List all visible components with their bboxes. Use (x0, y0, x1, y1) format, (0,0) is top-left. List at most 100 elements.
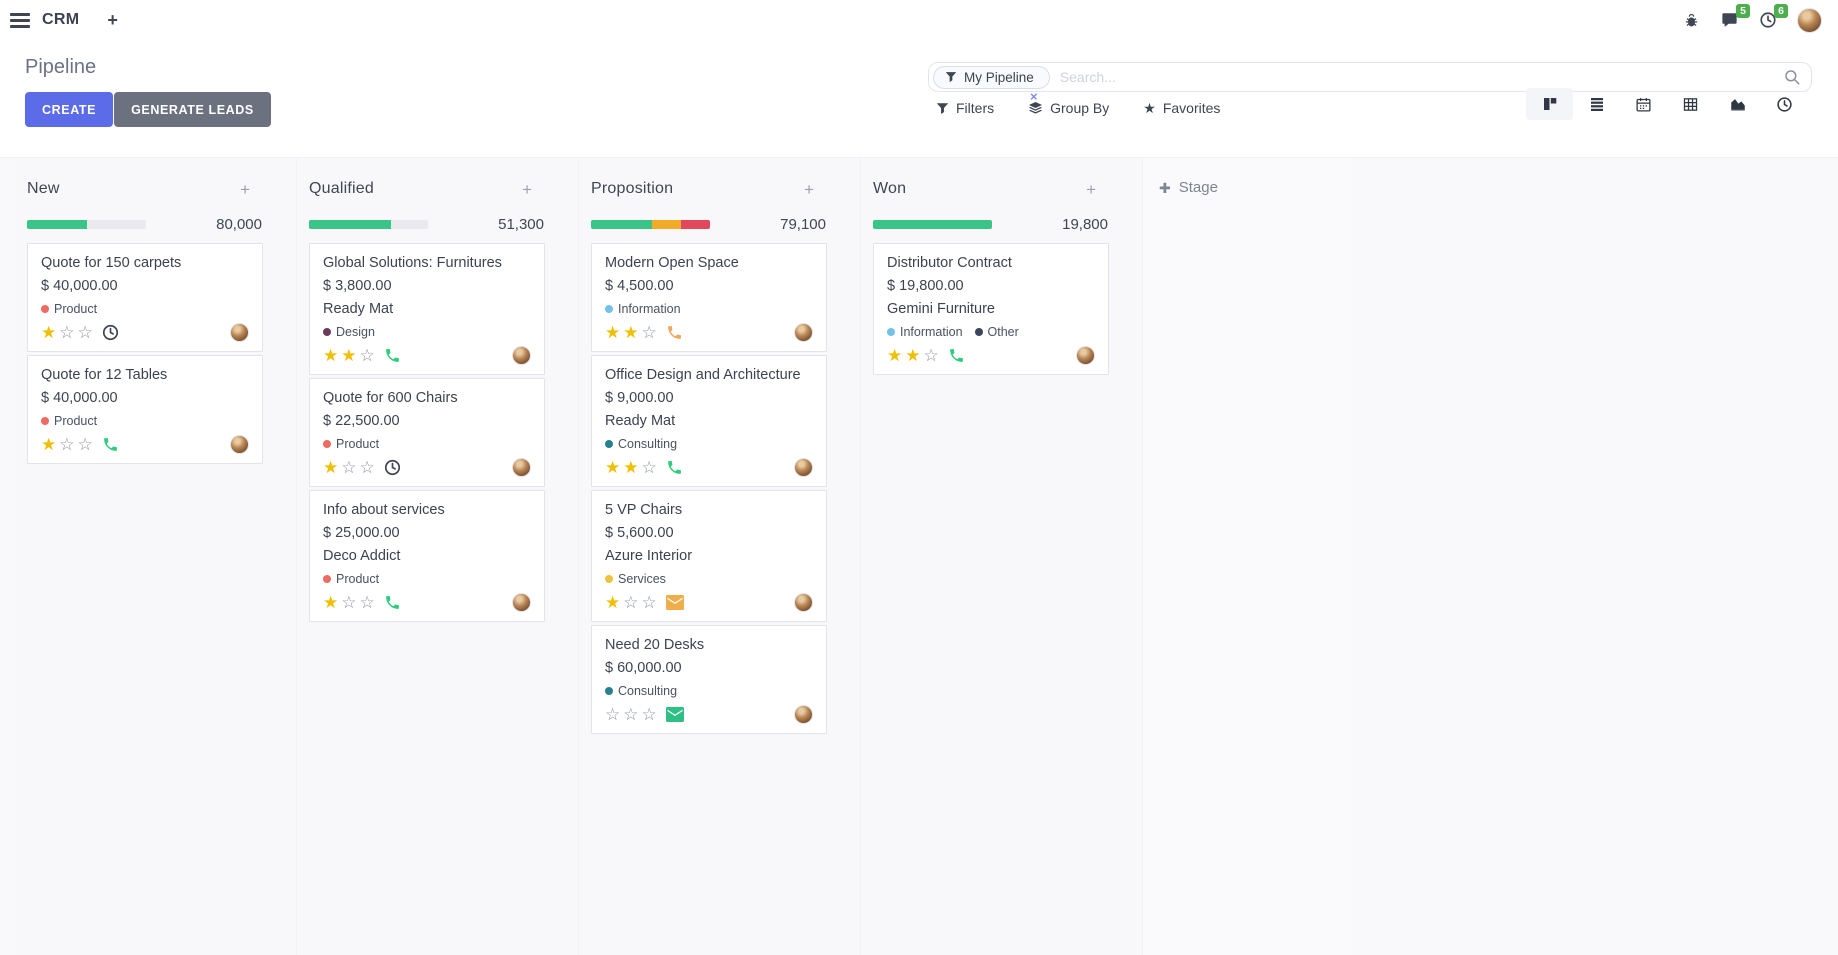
progress-segment[interactable] (27, 220, 87, 229)
star-icon-empty[interactable]: ☆ (59, 436, 74, 453)
star-icon-filled[interactable]: ★ (323, 347, 338, 364)
kanban-card[interactable]: Info about services$ 25,000.00Deco Addic… (309, 490, 545, 622)
progress-segment[interactable] (681, 220, 710, 229)
column-progressbar[interactable] (309, 220, 428, 229)
star-icon-empty[interactable]: ☆ (360, 347, 375, 364)
progress-segment[interactable] (652, 220, 682, 229)
app-title[interactable]: CRM (42, 11, 79, 29)
filters-menu[interactable]: Filters (936, 100, 994, 116)
activity-view-button[interactable] (1761, 88, 1808, 120)
column-title[interactable]: New (27, 180, 60, 198)
kanban-card[interactable]: Modern Open Space$ 4,500.00Information★★… (591, 243, 827, 352)
progress-segment[interactable] (591, 220, 652, 229)
column-title[interactable]: Proposition (591, 180, 673, 198)
star-icon-filled[interactable]: ★ (323, 459, 338, 476)
star-icon-empty[interactable]: ☆ (78, 324, 93, 341)
star-icon-empty[interactable]: ☆ (642, 706, 657, 723)
salesperson-avatar[interactable] (512, 346, 531, 365)
kanban-card[interactable]: Quote for 150 carpets$ 40,000.00Product★… (27, 243, 263, 352)
salesperson-avatar[interactable] (512, 593, 531, 612)
salesperson-avatar[interactable] (794, 705, 813, 724)
create-button[interactable]: CREATE (25, 92, 113, 127)
star-icon-empty[interactable]: ☆ (605, 706, 620, 723)
activity-clock-icon[interactable] (102, 324, 119, 341)
generate-leads-button[interactable]: GENERATE LEADS (114, 92, 271, 127)
star-icon-filled[interactable]: ★ (887, 347, 902, 364)
activity-phone-icon[interactable] (666, 324, 683, 341)
star-icon-empty[interactable]: ☆ (341, 594, 356, 611)
star-icon-empty[interactable]: ☆ (360, 594, 375, 611)
column-progressbar[interactable] (27, 220, 146, 229)
list-view-button[interactable] (1573, 88, 1620, 120)
column-title[interactable]: Qualified (309, 180, 374, 198)
favorites-menu[interactable]: ★ Favorites (1143, 100, 1220, 116)
activity-phone-icon[interactable] (384, 347, 401, 364)
star-icon-empty[interactable]: ☆ (924, 347, 939, 364)
star-icon-empty[interactable]: ☆ (78, 436, 93, 453)
activity-phone-icon[interactable] (384, 594, 401, 611)
star-icon-empty[interactable]: ☆ (59, 324, 74, 341)
search-icon[interactable] (1783, 68, 1801, 86)
star-icon-empty[interactable]: ☆ (642, 324, 657, 341)
activity-phone-icon[interactable] (666, 459, 683, 476)
star-icon-filled[interactable]: ★ (323, 594, 338, 611)
debug-bug-icon[interactable] (1683, 12, 1700, 29)
messages-menu[interactable]: 5 (1720, 11, 1739, 29)
star-icon-filled[interactable]: ★ (605, 324, 620, 341)
salesperson-avatar[interactable] (794, 593, 813, 612)
star-icon-empty[interactable]: ☆ (360, 459, 375, 476)
add-tab-button[interactable]: + (107, 10, 118, 31)
salesperson-avatar[interactable] (230, 323, 249, 342)
star-icon-filled[interactable]: ★ (41, 324, 56, 341)
apps-menu-icon[interactable] (10, 13, 30, 28)
calendar-view-button[interactable] (1620, 88, 1667, 120)
column-title[interactable]: Won (873, 180, 906, 198)
kanban-card[interactable]: Need 20 Desks$ 60,000.00Consulting☆☆☆ (591, 625, 827, 734)
search-input[interactable] (1060, 69, 1783, 85)
star-icon-empty[interactable]: ☆ (623, 594, 638, 611)
star-icon-filled[interactable]: ★ (341, 347, 356, 364)
kanban-card[interactable]: Quote for 600 Chairs$ 22,500.00Product★☆… (309, 378, 545, 487)
user-avatar[interactable] (1797, 8, 1822, 33)
star-icon-filled[interactable]: ★ (605, 594, 620, 611)
kanban-card[interactable]: Global Solutions: Furnitures$ 3,800.00Re… (309, 243, 545, 375)
salesperson-avatar[interactable] (1076, 346, 1095, 365)
star-icon-filled[interactable]: ★ (605, 459, 620, 476)
column-progressbar[interactable] (591, 220, 710, 229)
activities-menu[interactable]: 6 (1759, 11, 1777, 29)
activity-clock-icon[interactable] (384, 459, 401, 476)
star-icon-filled[interactable]: ★ (623, 324, 638, 341)
activity-envelope-icon[interactable] (666, 595, 684, 610)
star-icon-filled[interactable]: ★ (41, 436, 56, 453)
kanban-card[interactable]: 5 VP Chairs$ 5,600.00Azure InteriorServi… (591, 490, 827, 622)
kanban-card[interactable]: Office Design and Architecture$ 9,000.00… (591, 355, 827, 487)
pivot-view-button[interactable] (1667, 88, 1714, 120)
activity-phone-icon[interactable] (948, 347, 965, 364)
search-facet-my-pipeline[interactable]: My Pipeline (933, 66, 1050, 89)
add-record-icon[interactable]: + (804, 181, 814, 198)
kanban-view-button[interactable] (1526, 88, 1573, 120)
kanban-card[interactable]: Quote for 12 Tables$ 40,000.00Product★☆☆ (27, 355, 263, 464)
group-by-menu[interactable]: Group By (1028, 100, 1109, 116)
salesperson-avatar[interactable] (794, 458, 813, 477)
progress-segment[interactable] (309, 220, 391, 229)
add-stage-button[interactable]: ✚Stage (1159, 179, 1353, 196)
salesperson-avatar[interactable] (230, 435, 249, 454)
add-record-icon[interactable]: + (1086, 181, 1096, 198)
add-record-icon[interactable]: + (522, 181, 532, 198)
star-icon-empty[interactable]: ☆ (341, 459, 356, 476)
star-icon-filled[interactable]: ★ (905, 347, 920, 364)
star-icon-empty[interactable]: ☆ (642, 594, 657, 611)
salesperson-avatar[interactable] (794, 323, 813, 342)
activity-envelope-icon[interactable] (666, 707, 684, 722)
star-icon-filled[interactable]: ★ (623, 459, 638, 476)
progress-segment[interactable] (873, 220, 992, 229)
star-icon-empty[interactable]: ☆ (642, 459, 657, 476)
activity-phone-icon[interactable] (102, 436, 119, 453)
column-progressbar[interactable] (873, 220, 992, 229)
graph-view-button[interactable] (1714, 88, 1761, 120)
star-icon-empty[interactable]: ☆ (623, 706, 638, 723)
kanban-card[interactable]: Distributor Contract$ 19,800.00Gemini Fu… (873, 243, 1109, 375)
salesperson-avatar[interactable] (512, 458, 531, 477)
add-record-icon[interactable]: + (240, 181, 250, 198)
